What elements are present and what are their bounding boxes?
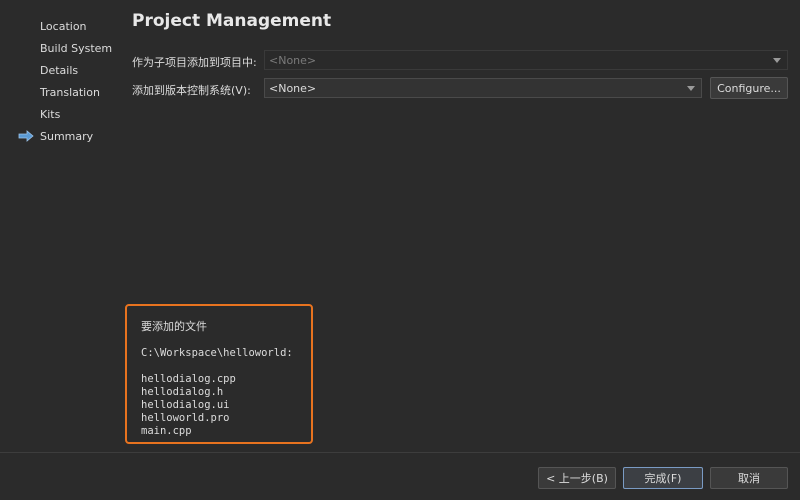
configure-button[interactable]: Configure... xyxy=(710,77,788,99)
list-item: hellodialog.h xyxy=(141,386,224,398)
files-heading: 要添加的文件 xyxy=(141,320,207,333)
wizard-steps-sidebar: Location Build System Details Translatio… xyxy=(0,0,122,452)
wizard-footer: < 上一步(B) 完成(F) 取消 xyxy=(0,453,800,500)
files-to-add-panel: 要添加的文件 C:\Workspace\helloworld: hellodia… xyxy=(125,304,313,444)
list-item: main.cpp xyxy=(141,425,192,437)
step-label: Kits xyxy=(40,107,61,121)
step-summary: Summary xyxy=(0,126,122,146)
step-label: Summary xyxy=(40,129,94,143)
files-directory: C:\Workspace\helloworld: xyxy=(141,347,293,359)
right-arrow-icon xyxy=(18,130,34,142)
subproject-label: 作为子项目添加到项目中: xyxy=(132,56,257,69)
back-button[interactable]: < 上一步(B) xyxy=(538,467,616,489)
files-list: hellodialog.cpp hellodialog.h hellodialo… xyxy=(141,373,297,438)
step-location: Location xyxy=(0,16,122,36)
page-title: Project Management xyxy=(132,11,332,31)
step-label: Build System xyxy=(40,41,113,55)
subproject-combobox-value: <None> xyxy=(269,53,317,67)
vcs-combobox-value: <None> xyxy=(269,81,317,95)
finish-button[interactable]: 完成(F) xyxy=(623,467,703,489)
list-item: helloworld.pro xyxy=(141,412,230,424)
subproject-combobox[interactable]: <None> xyxy=(264,50,788,70)
list-item: hellodialog.ui xyxy=(141,399,230,411)
list-item: hellodialog.cpp xyxy=(141,373,236,385)
step-label: Location xyxy=(40,19,87,33)
step-translation: Translation xyxy=(0,82,122,102)
step-details: Details xyxy=(0,60,122,80)
step-label: Details xyxy=(40,63,79,77)
step-build-system: Build System xyxy=(0,38,122,58)
step-kits: Kits xyxy=(0,104,122,124)
cancel-button[interactable]: 取消 xyxy=(710,467,788,489)
vcs-combobox[interactable]: <None> xyxy=(264,78,702,98)
step-label: Translation xyxy=(40,85,100,99)
chevron-down-icon xyxy=(773,58,781,63)
chevron-down-icon xyxy=(687,86,695,91)
vcs-label: 添加到版本控制系统(V): xyxy=(132,84,251,97)
